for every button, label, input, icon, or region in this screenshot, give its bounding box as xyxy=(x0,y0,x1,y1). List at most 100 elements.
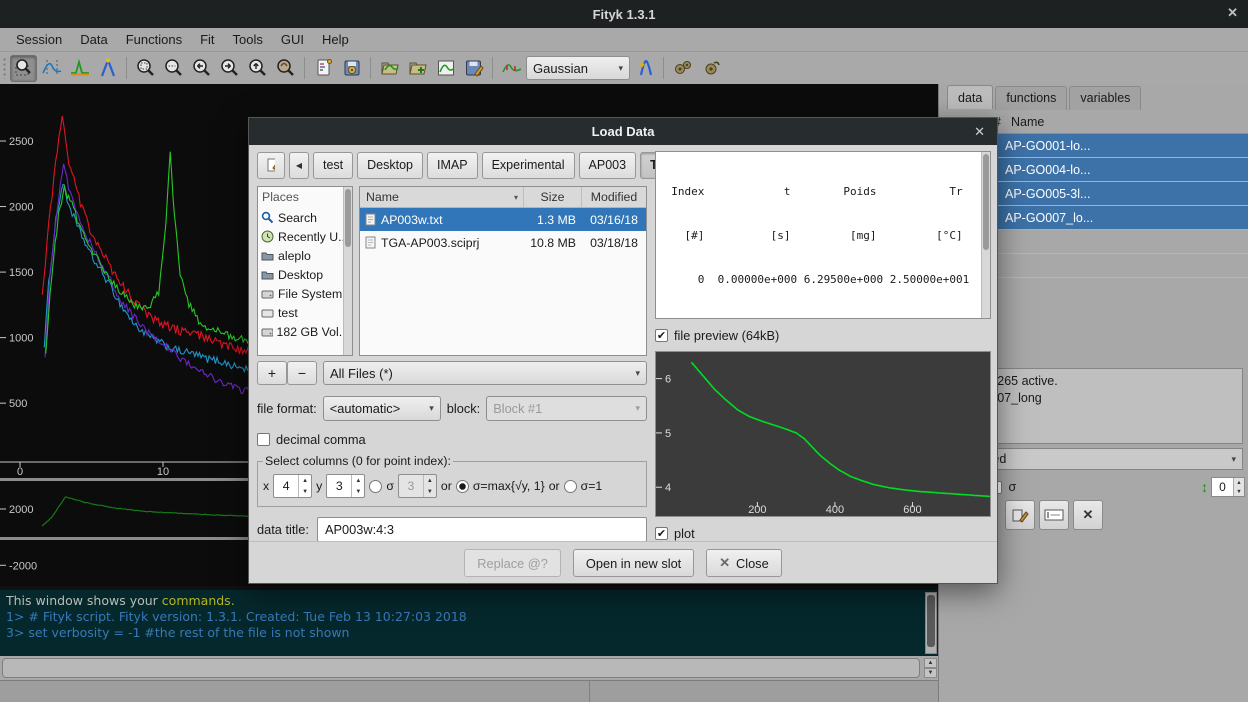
zoom-up-icon[interactable] xyxy=(244,55,271,82)
preview-scrollbar[interactable] xyxy=(981,152,990,318)
svg-text:500: 500 xyxy=(9,398,27,410)
delete-dataset-button[interactable]: ✕ xyxy=(1073,500,1103,530)
tab-functions[interactable]: functions xyxy=(995,86,1067,110)
plot-checkbox[interactable]: ✔ xyxy=(655,527,668,540)
path-back-button[interactable]: ◀ xyxy=(289,152,309,179)
sigma-sqrt-radio[interactable] xyxy=(456,480,469,493)
file-filter-combo[interactable]: All Files (*) ▾ xyxy=(323,361,647,385)
path-segment-imap[interactable]: IMAP xyxy=(427,152,478,179)
console-line: 1> # Fityk script. Fityk version: 1.3.1.… xyxy=(6,609,932,625)
svg-text:10: 10 xyxy=(157,466,169,478)
place-volume-182gb[interactable]: 182 GB Vol... xyxy=(258,322,352,341)
command-input[interactable] xyxy=(2,658,920,678)
run-fit-icon[interactable] xyxy=(669,55,696,82)
dataset-buttons: ✕ xyxy=(1005,500,1103,530)
toolbar-grip xyxy=(2,57,7,79)
data-title-input[interactable]: AP003w:4:3 xyxy=(317,517,647,542)
function-type-combo[interactable]: Gaussian ▾ xyxy=(526,56,630,80)
edit-data-button[interactable] xyxy=(1005,500,1035,530)
path-segment-desktop[interactable]: Desktop xyxy=(357,152,423,179)
data-range-mode-button[interactable] xyxy=(38,55,65,82)
save-session-icon[interactable] xyxy=(338,55,365,82)
menu-data[interactable]: Data xyxy=(72,29,115,50)
place-desktop[interactable]: Desktop xyxy=(258,265,352,284)
tab-variables[interactable]: variables xyxy=(1069,86,1141,110)
add-point-mode-button[interactable] xyxy=(94,55,121,82)
zoom-all-icon[interactable] xyxy=(132,55,159,82)
svg-text:2000: 2000 xyxy=(9,202,33,214)
decimal-comma-checkbox[interactable]: ✔ xyxy=(257,433,270,446)
zoom-right-icon[interactable] xyxy=(216,55,243,82)
spin-up-icon[interactable]: ▲ xyxy=(924,658,937,668)
column-file-size[interactable]: Size xyxy=(524,187,582,207)
add-place-button[interactable]: + xyxy=(257,361,287,385)
select-columns-legend: Select columns (0 for point index): xyxy=(263,454,453,468)
menu-session[interactable]: Session xyxy=(8,29,70,50)
tab-data[interactable]: data xyxy=(947,85,993,109)
command-history-spinner[interactable]: ▲ ▼ xyxy=(924,658,937,678)
edit-script-icon[interactable] xyxy=(310,55,337,82)
place-search[interactable]: Search xyxy=(258,208,352,227)
file-row[interactable]: TGA-AP003.sciprj 10.8 MB 03/18/18 xyxy=(360,231,646,254)
window-close-icon[interactable]: ✕ xyxy=(1227,5,1238,21)
block-label: block: xyxy=(447,401,480,416)
or-label: or xyxy=(441,479,452,493)
path-segment-ap003[interactable]: AP003 xyxy=(579,152,637,179)
places-scrollbar[interactable] xyxy=(343,187,352,355)
place-file-system[interactable]: File System xyxy=(258,284,352,303)
spin-up-icon[interactable]: ▲ xyxy=(1234,478,1244,487)
menu-fit[interactable]: Fit xyxy=(192,29,222,50)
column-file-modified[interactable]: Modified xyxy=(582,187,646,207)
x-column-spinner[interactable]: 4▲▼ xyxy=(273,474,312,498)
place-home[interactable]: aleplo xyxy=(258,246,352,265)
y-column-spinner[interactable]: 3▲▼ xyxy=(326,474,365,498)
text-file-icon xyxy=(365,213,376,226)
remove-place-button[interactable]: − xyxy=(287,361,317,385)
define-function-icon[interactable] xyxy=(631,55,658,82)
file-row-selected[interactable]: AP003w.txt 1.3 MB 03/16/18 xyxy=(360,208,646,231)
file-preview-table[interactable]: Index t Poids Tr [#] [s] [mg] [°C] 0 0.0… xyxy=(655,151,991,319)
command-console[interactable]: This window shows your commands. 1> # Fi… xyxy=(0,586,938,656)
dialog-close-icon[interactable]: ✕ xyxy=(974,124,985,140)
console-intro-line: This window shows your commands. xyxy=(6,593,932,609)
spin-down-icon[interactable]: ▼ xyxy=(1234,487,1244,496)
place-recently-used[interactable]: Recently U... xyxy=(258,227,352,246)
menu-tools[interactable]: Tools xyxy=(225,29,271,50)
zoom-vertical-icon[interactable] xyxy=(160,55,187,82)
data-preview-plot: 654200400600 xyxy=(655,351,991,517)
edit-location-button[interactable] xyxy=(257,152,285,179)
svg-text:-2000: -2000 xyxy=(9,560,37,572)
menu-gui[interactable]: GUI xyxy=(273,29,312,50)
path-segment-experimental[interactable]: Experimental xyxy=(482,152,575,179)
places-pane: Places Search Recently U... aleplo Deskt… xyxy=(257,186,353,356)
place-test-volume[interactable]: test xyxy=(258,303,352,322)
add-peak-mode-button[interactable] xyxy=(66,55,93,82)
load-data-icon[interactable] xyxy=(376,55,403,82)
point-size-spinner[interactable]: 0 ▲▼ xyxy=(1211,477,1245,497)
spin-down-icon[interactable]: ▼ xyxy=(924,668,937,678)
sigma-column-radio[interactable] xyxy=(369,480,382,493)
close-button[interactable]: ✕Close xyxy=(706,549,781,577)
auto-add-peaks-icon[interactable] xyxy=(498,55,525,82)
y-column-label: y xyxy=(316,479,322,493)
zoom-previous-icon[interactable] xyxy=(272,55,299,82)
console-scrollbar[interactable] xyxy=(925,592,937,654)
rename-dataset-button[interactable] xyxy=(1039,500,1069,530)
column-file-name[interactable]: Name▾ xyxy=(360,187,524,207)
sigma-one-radio[interactable] xyxy=(564,480,577,493)
zoom-mode-button[interactable] xyxy=(10,55,37,82)
save-script-icon[interactable] xyxy=(460,55,487,82)
export-plot-icon[interactable] xyxy=(432,55,459,82)
path-segment-test[interactable]: test xyxy=(313,152,353,179)
svg-text:200: 200 xyxy=(748,504,766,516)
append-data-icon[interactable] xyxy=(404,55,431,82)
menu-functions[interactable]: Functions xyxy=(118,29,190,50)
file-format-combo[interactable]: <automatic>▾ xyxy=(323,396,441,421)
continue-fit-icon[interactable] xyxy=(697,55,724,82)
open-in-new-slot-button[interactable]: Open in new slot xyxy=(573,549,694,577)
zoom-left-icon[interactable] xyxy=(188,55,215,82)
file-preview-checkbox[interactable]: ✔ xyxy=(655,329,668,342)
window-title: Fityk 1.3.1 xyxy=(593,7,656,22)
column-name[interactable]: Name xyxy=(1005,115,1044,129)
menu-help[interactable]: Help xyxy=(314,29,357,50)
